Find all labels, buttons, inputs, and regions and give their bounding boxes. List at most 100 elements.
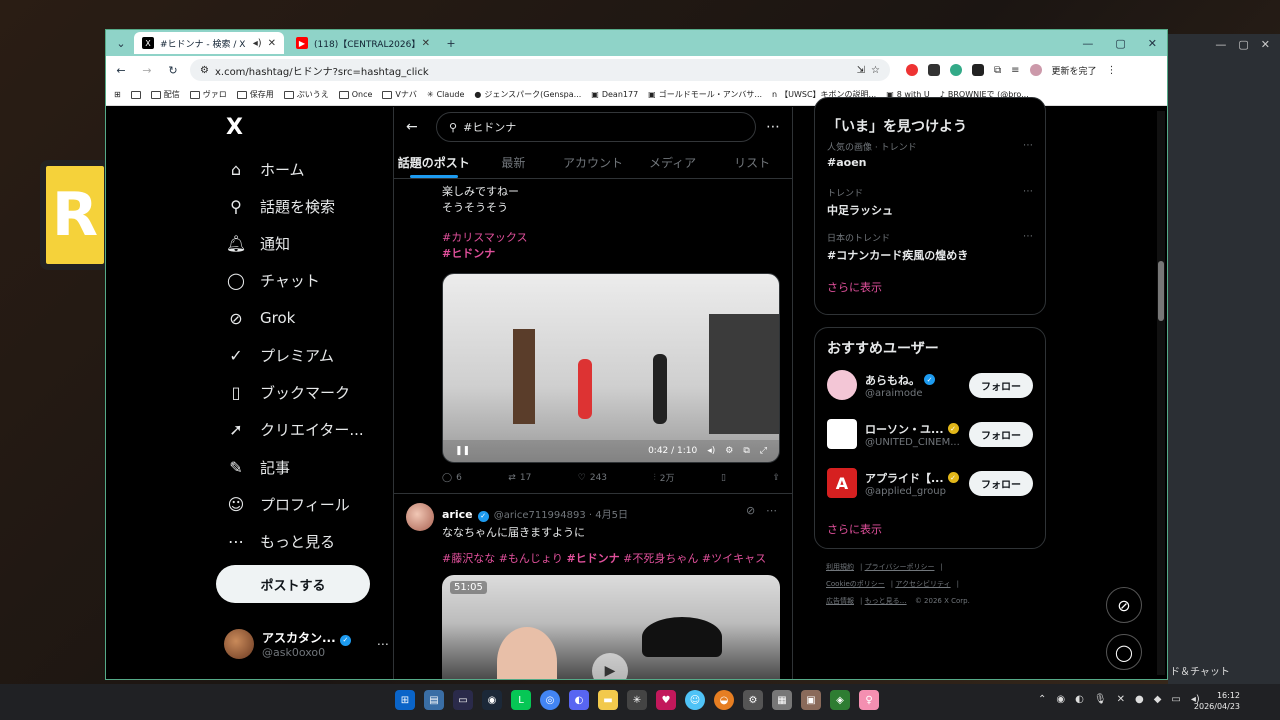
footer-link[interactable]: 利用規約 [826,563,854,571]
close-tray-icon[interactable]: ✕ [1117,694,1125,705]
settings-icon[interactable]: ⚙ [725,446,733,456]
footer-link[interactable]: もっと見る… [865,597,907,605]
app-icon[interactable]: ⚙ [743,690,763,710]
share-button[interactable]: ⇪ [772,471,780,484]
app-icon[interactable]: ♀ [859,690,879,710]
account-more-icon[interactable]: ⋯ [377,637,389,651]
tab-close-icon[interactable]: ✕ [422,38,430,49]
footer-link[interactable]: Cookieのポリシー [826,580,885,588]
trend-more-icon[interactable]: ⋯ [1023,186,1033,197]
post-button[interactable]: ポストする [216,565,370,603]
hashtag-link[interactable]: #ヒドンナ [442,246,528,262]
app-icon[interactable]: ♥ [656,690,676,710]
tab-media[interactable]: メディア [633,147,713,178]
bookmark-item[interactable]: Vナバ [382,89,417,100]
search-more-icon[interactable]: ⋯ [766,119,780,135]
follow-button[interactable]: フォロー [969,421,1033,447]
footer-link[interactable]: 広告情報 [826,597,854,605]
footer-link[interactable]: アクセシビリティ [895,580,950,588]
grok-icon[interactable]: ⊘ [746,504,755,517]
trend-more-icon[interactable]: ⋯ [1023,231,1033,242]
nav-premium[interactable]: ✓ プレミアム [226,345,334,366]
close-window-icon[interactable]: ✕ [1148,37,1157,50]
hashtag-link[interactable]: #ツイキャス [702,552,766,565]
nav-profile[interactable]: ☺ プロフィール [226,494,350,515]
trend-more-icon[interactable]: ⋯ [1023,140,1033,151]
post-more-icon[interactable]: ⋯ [766,504,777,517]
follow-show-more-link[interactable]: さらに表示 [827,521,882,537]
pip-icon[interactable]: ⧉ [743,446,749,456]
nav-creator[interactable]: ➚ クリエイター... [226,419,363,440]
bookmark-item[interactable]: ✳ Claude [427,90,464,99]
tab-close-icon[interactable]: ✕ [268,38,276,49]
suggested-user[interactable]: あらもね。 ✓ @araimode フォロー [827,370,1033,400]
folder-icon[interactable]: ▬ [598,690,618,710]
tab-latest[interactable]: 最新 [474,147,554,178]
windows-start-icon[interactable]: ⊞ [395,690,415,710]
bookmark-item[interactable]: ヴァロ [189,89,227,100]
suggested-user[interactable]: ローソン・ユ... ✓ @UNITED_CINEM... フォロー [827,419,1033,449]
tab-accounts[interactable]: アカウント [553,147,633,178]
menu-icon[interactable]: ⋮ [1107,65,1117,76]
clock[interactable]: 16:12 2026/04/23 [1194,690,1240,712]
account-switcher[interactable]: アスカタン... ✓ @ask0oxo0 ⋯ [224,629,389,659]
bookmark-item[interactable]: ▣ Dean177 [591,90,638,99]
address-bar[interactable]: ⚙ x.com/hashtag/ヒドンナ?src=hashtag_click ⇲… [190,59,890,81]
app-icon[interactable]: ▦ [772,690,792,710]
reply-button[interactable]: ◯ 6 [442,471,462,484]
tab-search-icon[interactable]: ⌄ [112,34,130,52]
tab-x-search[interactable]: X #ヒドンナ - 検索 / X ◂) ✕ [134,32,284,54]
suggested-user[interactable]: A アプライド【... ✓ @applied_group フォロー [827,468,1033,498]
app-icon[interactable]: ◈ [830,690,850,710]
tab-audio-icon[interactable]: ◂) [253,38,262,49]
pause-icon[interactable]: ❚❚ [455,446,470,456]
install-icon[interactable]: ⇲ [857,65,865,76]
trend-item[interactable]: 人気の画像 · トレンド #aoen ⋯ [827,140,1033,169]
steam-icon[interactable]: ◉ [482,690,502,710]
trend-item[interactable]: 日本のトレンド #コナンカード疾風の煌めき ⋯ [827,231,1033,263]
bookmark-star-icon[interactable]: ☆ [871,65,880,76]
nav-chat[interactable]: ◯ チャット [226,270,320,291]
minimize-icon[interactable]: — [1082,37,1093,50]
nav-notifications[interactable]: 🔔︎ 通知 [226,233,290,254]
hashtag-link[interactable]: #ヒドンナ [566,552,619,565]
app-icon[interactable]: ☺ [685,690,705,710]
discord-icon[interactable]: ◐ [569,690,589,710]
profile-avatar-icon[interactable] [1029,64,1042,76]
maximize-icon[interactable]: ▢ [1115,37,1125,50]
hashtag-link[interactable]: #もんじょり [499,552,563,565]
nav-home[interactable]: ⌂ ホーム [226,159,305,180]
line-icon[interactable]: L [511,690,531,710]
nav-bookmarks[interactable]: ▯ ブックマーク [226,382,350,403]
network-icon[interactable]: ▭ [1171,694,1180,705]
tray-app-icon[interactable]: ◆ [1154,694,1162,705]
extension-icon[interactable] [928,64,940,76]
hashtag-link[interactable]: #藤沢なな [442,552,495,565]
bookmark-button[interactable]: ▯ [721,471,726,484]
page-scrollbar[interactable] [1157,111,1165,675]
bookmark-item[interactable]: Once [338,90,372,99]
nav-articles[interactable]: ✎ 記事 [226,457,290,478]
post-date[interactable]: 4月5日 [595,510,628,521]
trends-show-more-link[interactable]: さらに表示 [827,279,882,295]
fullscreen-icon[interactable]: ⤢ [760,446,767,456]
chrome-icon[interactable]: ◎ [540,690,560,710]
avatar[interactable] [406,503,434,531]
reload-icon[interactable]: ↻ [164,61,182,79]
tray-app-icon[interactable]: ◉ [1056,694,1065,705]
tray-app-icon[interactable]: ● [1135,694,1144,705]
bookmark-folder[interactable] [130,90,141,99]
trend-item[interactable]: トレンド 中足ラッシュ ⋯ [827,186,1033,218]
x-logo-icon[interactable]: X [226,115,243,140]
nav-explore[interactable]: ⚲ 話題を検索 [226,196,335,217]
footer-link[interactable]: プライバシーポリシー [865,563,935,571]
chat-fab-icon[interactable]: ◯ [1106,634,1142,670]
bookmark-item[interactable]: 保存用 [236,89,274,100]
back-arrow-icon[interactable]: ← [406,119,426,135]
views-button[interactable]: ⫶ 2万 [654,471,675,485]
mic-icon[interactable]: 🎙︎ [1094,694,1107,705]
bookmark-item[interactable]: 配信 [150,89,180,100]
search-input[interactable]: ⚲ #ヒドンナ [436,112,756,142]
tab-top[interactable]: 話題のポスト [394,147,474,178]
post-author-handle[interactable]: @arice711994893 [494,510,586,521]
